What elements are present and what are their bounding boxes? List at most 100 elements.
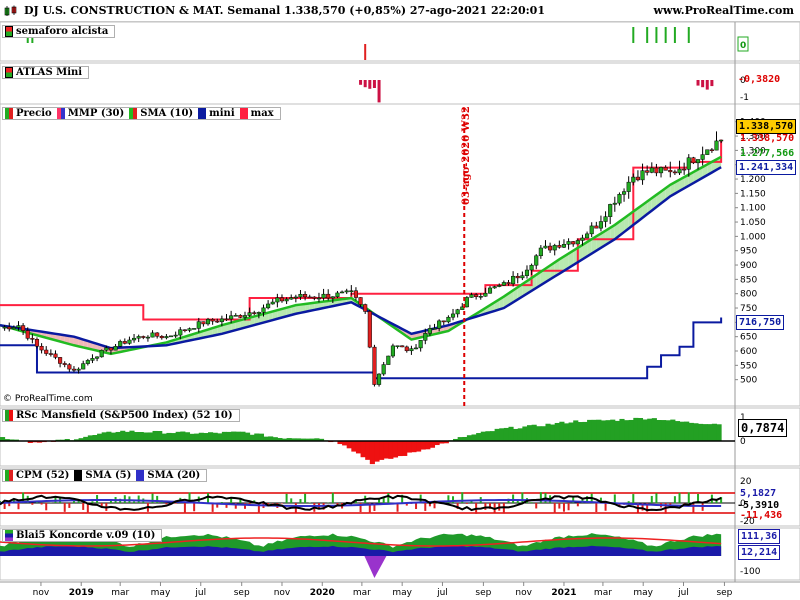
candlestick-icon <box>4 5 17 16</box>
candle-up <box>478 296 483 298</box>
atlas-bar <box>377 80 381 103</box>
x-tick-label: nov <box>33 588 50 598</box>
rsc-area-positive <box>171 433 177 441</box>
candle-up <box>413 347 419 350</box>
rsc-area-positive <box>198 432 204 441</box>
x-tick-label: may <box>633 588 653 598</box>
atlas-bar <box>372 80 376 88</box>
candle-up <box>127 339 132 344</box>
rsc-area-positive <box>129 430 135 441</box>
candle-up <box>446 316 451 323</box>
cpm-bar <box>290 498 293 503</box>
candle-down <box>62 363 67 365</box>
legend-label: Precio <box>16 108 52 119</box>
rsc-area-positive <box>231 431 237 441</box>
candle-down <box>515 275 520 279</box>
candle-up <box>432 328 437 330</box>
candle-down <box>224 318 229 321</box>
rsc-area-positive <box>674 421 681 441</box>
rsc-area-negative <box>406 441 412 453</box>
candle-up <box>247 312 252 316</box>
candle-up <box>390 345 395 357</box>
candle-up <box>538 247 543 257</box>
rsc-area-positive <box>134 432 140 441</box>
cpm-bar <box>137 495 140 503</box>
x-tick-label: nov <box>274 588 291 598</box>
rsc-area-positive <box>633 417 639 441</box>
candle-up <box>118 341 123 347</box>
rsc-area-positive <box>101 432 107 441</box>
candle-up <box>464 297 469 308</box>
candle-down <box>645 170 650 173</box>
cpm-bar <box>133 501 136 503</box>
candle-up <box>381 364 386 375</box>
candle-down <box>672 171 677 174</box>
atlas-value-label: -0,3820 <box>738 74 781 85</box>
legend-atlas: ATLAS Mini <box>2 66 90 79</box>
candle-up <box>492 286 497 289</box>
candle-up <box>377 373 382 385</box>
rsc-area-positive <box>175 431 181 441</box>
cpm-bar <box>650 495 653 503</box>
price-tick-label: 1.100 <box>740 204 766 214</box>
rsc-tick: 0 <box>740 437 746 447</box>
panel-frame-atl <box>0 62 800 105</box>
rsc-area-positive <box>249 434 255 441</box>
candle-up <box>427 328 432 334</box>
chart-canvas[interactable]: 00-11.4001.3501.3001.2501.2001.1501.1001… <box>0 0 800 600</box>
candle-up <box>631 176 636 183</box>
candle-up <box>85 360 90 364</box>
candle-down <box>122 341 127 344</box>
site-link[interactable]: www.ProRealTime.com <box>654 4 795 17</box>
candle-up <box>469 294 474 298</box>
legend-label: SMA (10) <box>140 108 194 119</box>
candle-up <box>534 255 539 266</box>
cpm-bar <box>299 499 302 503</box>
rsc-area-positive <box>124 431 130 441</box>
x-tick-label: mar <box>594 588 612 598</box>
rsc-area-positive <box>526 425 533 441</box>
cpm-bar <box>632 494 635 503</box>
candle-up <box>256 312 261 314</box>
candle-up <box>99 349 104 358</box>
candle-up <box>330 296 335 299</box>
candle-up <box>566 241 571 245</box>
sma-swatch <box>129 108 138 119</box>
cpm-bar <box>174 503 177 504</box>
candle-up <box>497 285 502 287</box>
candle-down <box>668 170 673 173</box>
candle-up <box>261 307 266 313</box>
candle-up <box>423 333 428 341</box>
candle-down <box>279 297 285 302</box>
candle-down <box>7 326 12 330</box>
cpm-bar <box>17 503 20 510</box>
candle-down <box>155 332 160 337</box>
rsc-area-positive <box>628 419 634 441</box>
mini-value-tag: 716,750 <box>736 315 785 330</box>
candle-up <box>626 181 631 192</box>
candle-up <box>686 157 691 170</box>
title-bar: DJ U.S. CONSTRUCTION & MAT. Semanal 1.33… <box>0 0 800 22</box>
rsc-area-positive <box>624 420 630 441</box>
x-tick-label: jul <box>677 588 689 598</box>
precio-swatch <box>5 108 13 119</box>
candle-up <box>340 291 345 294</box>
candle-up <box>16 325 21 328</box>
legend-label: ATLAS Mini <box>16 67 83 78</box>
candle-up <box>270 301 275 305</box>
panel-frame-sem <box>0 21 800 62</box>
cpm-bar <box>692 503 695 514</box>
candle-down <box>159 336 164 339</box>
candle-up <box>386 355 391 365</box>
candle-up <box>608 204 613 217</box>
signal-up-bar <box>646 27 649 43</box>
candle-up <box>233 315 238 317</box>
rsc-area-positive <box>208 432 214 441</box>
x-tick-label: jul <box>436 588 448 598</box>
sma5-swatch <box>74 470 83 481</box>
legend-label: RSc Mansfield (S&P500 Index) (52 10) <box>16 410 233 421</box>
rsc-area-negative <box>420 441 426 450</box>
candle-up <box>104 347 109 351</box>
legend-price: Precio MMP (30) SMA (10) mini max <box>2 107 281 120</box>
x-tick-label: mar <box>353 588 371 598</box>
